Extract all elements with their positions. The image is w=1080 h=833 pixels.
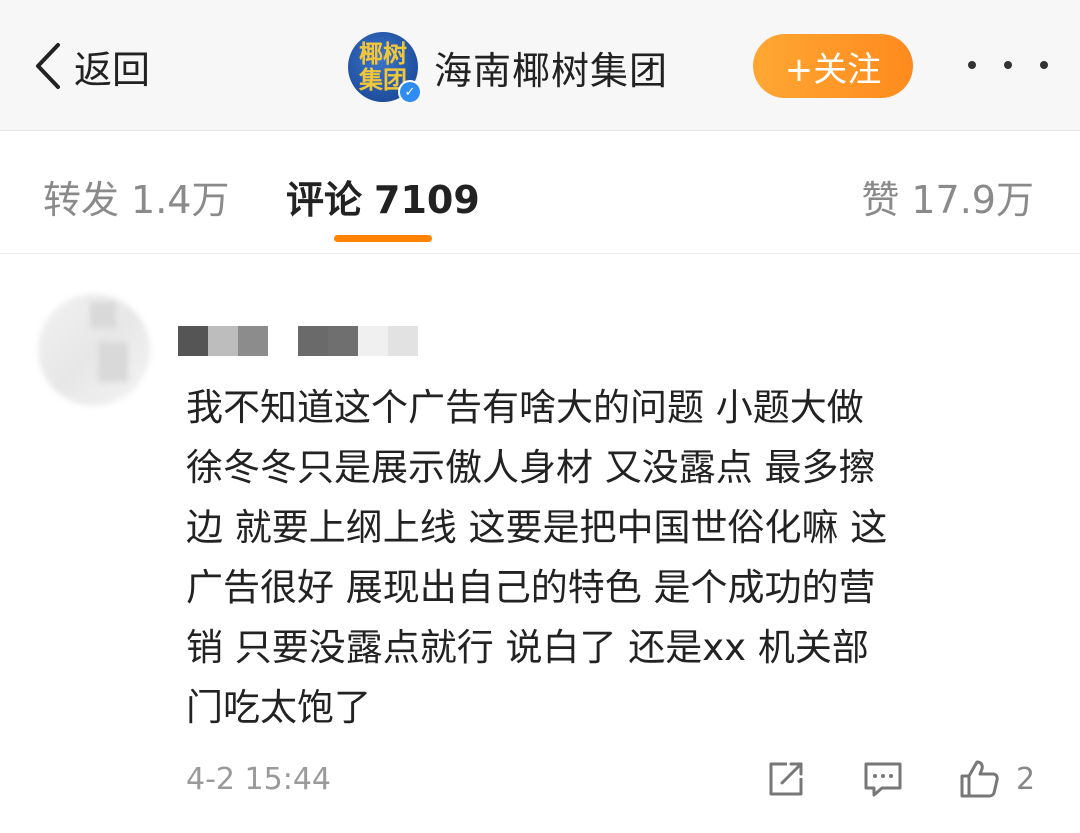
- active-tab-indicator: [334, 235, 432, 242]
- tab-comment-count: 7109: [374, 178, 480, 222]
- commenter-name[interactable]: [178, 326, 448, 356]
- thumbs-up-icon: [960, 760, 999, 798]
- verified-badge-icon: ✓: [398, 80, 422, 104]
- tab-repost-count: 1.4万: [131, 178, 230, 222]
- tab-comment-label: 评论: [286, 178, 363, 222]
- top-nav-bar: 返回 椰树集团 ✓ 海南椰树集团 +关注: [0, 0, 1080, 131]
- share-button[interactable]: [765, 758, 807, 804]
- reply-button[interactable]: [862, 758, 904, 804]
- account-avatar[interactable]: 椰树集团 ✓: [348, 32, 422, 104]
- back-button[interactable]: 返回: [30, 36, 150, 96]
- comment-timestamp: 4-2 15:44: [186, 762, 331, 797]
- like-button[interactable]: 2: [958, 758, 1035, 800]
- tab-like-count: 17.9万: [911, 178, 1034, 222]
- more-options-icon[interactable]: [968, 50, 1048, 80]
- follow-button[interactable]: +关注: [753, 34, 913, 98]
- comment-item: 我不知道这个广告有啥大的问题 小题大做 徐冬冬只是展示傲人身材 又没露点 最多擦…: [0, 254, 1080, 833]
- share-icon: [769, 762, 803, 796]
- tab-like[interactable]: 赞 17.9万: [861, 169, 1034, 224]
- comment-text: 我不知道这个广告有啥大的问题 小题大做 徐冬冬只是展示傲人身材 又没露点 最多擦…: [186, 386, 888, 729]
- commenter-avatar[interactable]: [38, 294, 150, 406]
- like-count: 2: [1016, 761, 1036, 797]
- tab-comment[interactable]: 评论 7109: [286, 169, 480, 224]
- account-name[interactable]: 海南椰树集团: [434, 40, 668, 95]
- account-info[interactable]: 椰树集团 ✓ 海南椰树集团: [348, 32, 668, 104]
- tab-like-label: 赞: [861, 178, 900, 222]
- tab-repost-label: 转发: [43, 178, 120, 222]
- tab-repost[interactable]: 转发 1.4万: [43, 169, 229, 224]
- comment-icon: [864, 762, 902, 797]
- back-label: 返回: [74, 47, 151, 92]
- chevron-left-icon: [36, 43, 60, 89]
- interaction-tabs: 转发 1.4万 评论 7109 赞 17.9万: [0, 131, 1080, 254]
